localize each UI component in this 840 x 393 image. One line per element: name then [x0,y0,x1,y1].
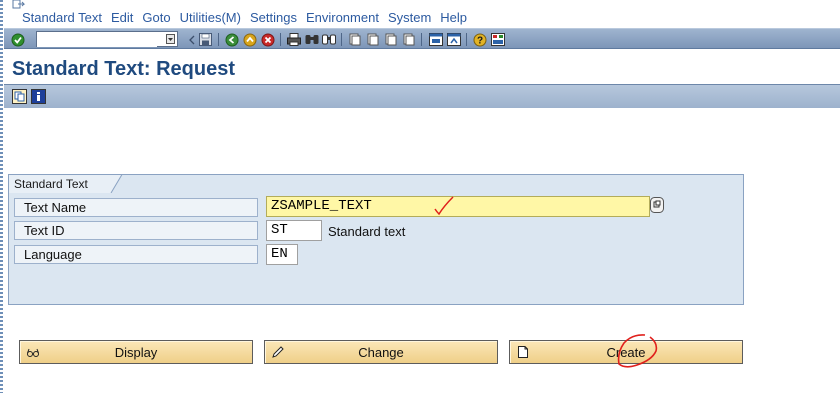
toolbar-separator [466,33,467,46]
change-button-label: Change [358,345,404,360]
next-page-icon[interactable] [383,32,398,47]
annotation-circle [617,334,658,368]
window-border [0,0,3,393]
create-session-icon[interactable] [428,32,443,47]
text-name-label: Text Name [14,198,258,217]
menu-utilities[interactable]: Utilities(M) [180,10,241,25]
page-title: Standard Text: Request [12,58,235,80]
menu-edit[interactable]: Edit [111,10,133,25]
layout-icon[interactable] [490,32,505,47]
cancel-icon[interactable] [260,32,275,47]
svg-text:?: ? [476,35,482,46]
first-page-icon[interactable] [347,32,362,47]
text-id-label: Text ID [14,221,258,240]
text-id-field[interactable]: ST [266,220,322,241]
toolbar-separator [218,33,219,46]
text-id-description: Standard text [328,224,406,239]
standard-toolbar: ? [4,28,840,49]
language-field[interactable]: EN [266,244,298,265]
save-icon[interactable] [198,32,213,47]
display-button[interactable]: Display [19,340,253,364]
command-input[interactable] [37,33,157,47]
toolbar-separator [421,33,422,46]
change-button[interactable]: Change [264,340,498,364]
previous-page-icon[interactable] [365,32,380,47]
text-name-field[interactable]: ZSAMPLE_TEXT [266,196,650,217]
help-icon[interactable]: ? [472,32,487,47]
command-history-icon[interactable] [165,33,176,45]
menu-help[interactable]: Help [440,10,467,25]
title-bar: Standard Text: Request [4,55,840,85]
copy-icon[interactable] [11,88,28,105]
menu-system[interactable]: System [388,10,431,25]
language-label: Language [14,245,258,264]
display-button-label: Display [114,345,158,360]
annotation-checkmark [434,196,454,216]
menu-settings[interactable]: Settings [250,10,297,25]
toolbar-separator [341,33,342,46]
last-page-icon[interactable] [401,32,416,47]
print-icon[interactable] [286,32,301,47]
info-icon[interactable] [30,88,47,105]
enter-icon[interactable] [10,32,25,47]
navigate-back-icon[interactable] [184,32,199,47]
system-menu-icon[interactable] [12,0,26,10]
group-title: Standard Text [14,177,88,191]
find-icon[interactable] [304,32,319,47]
shortcut-icon[interactable] [446,32,461,47]
toolbar-separator [280,33,281,46]
exit-icon[interactable] [242,32,257,47]
menu-standard-text[interactable]: Standard Text [22,10,102,25]
back-icon[interactable] [224,32,239,47]
command-field[interactable] [36,31,178,47]
application-toolbar [4,85,840,108]
value-help-icon[interactable] [650,197,664,213]
menu-bar: Standard Text Edit Goto Utilities(M) Set… [4,0,840,28]
find-next-icon[interactable] [321,32,336,47]
menu-goto[interactable]: Goto [142,10,170,25]
menu-environment[interactable]: Environment [306,10,379,25]
